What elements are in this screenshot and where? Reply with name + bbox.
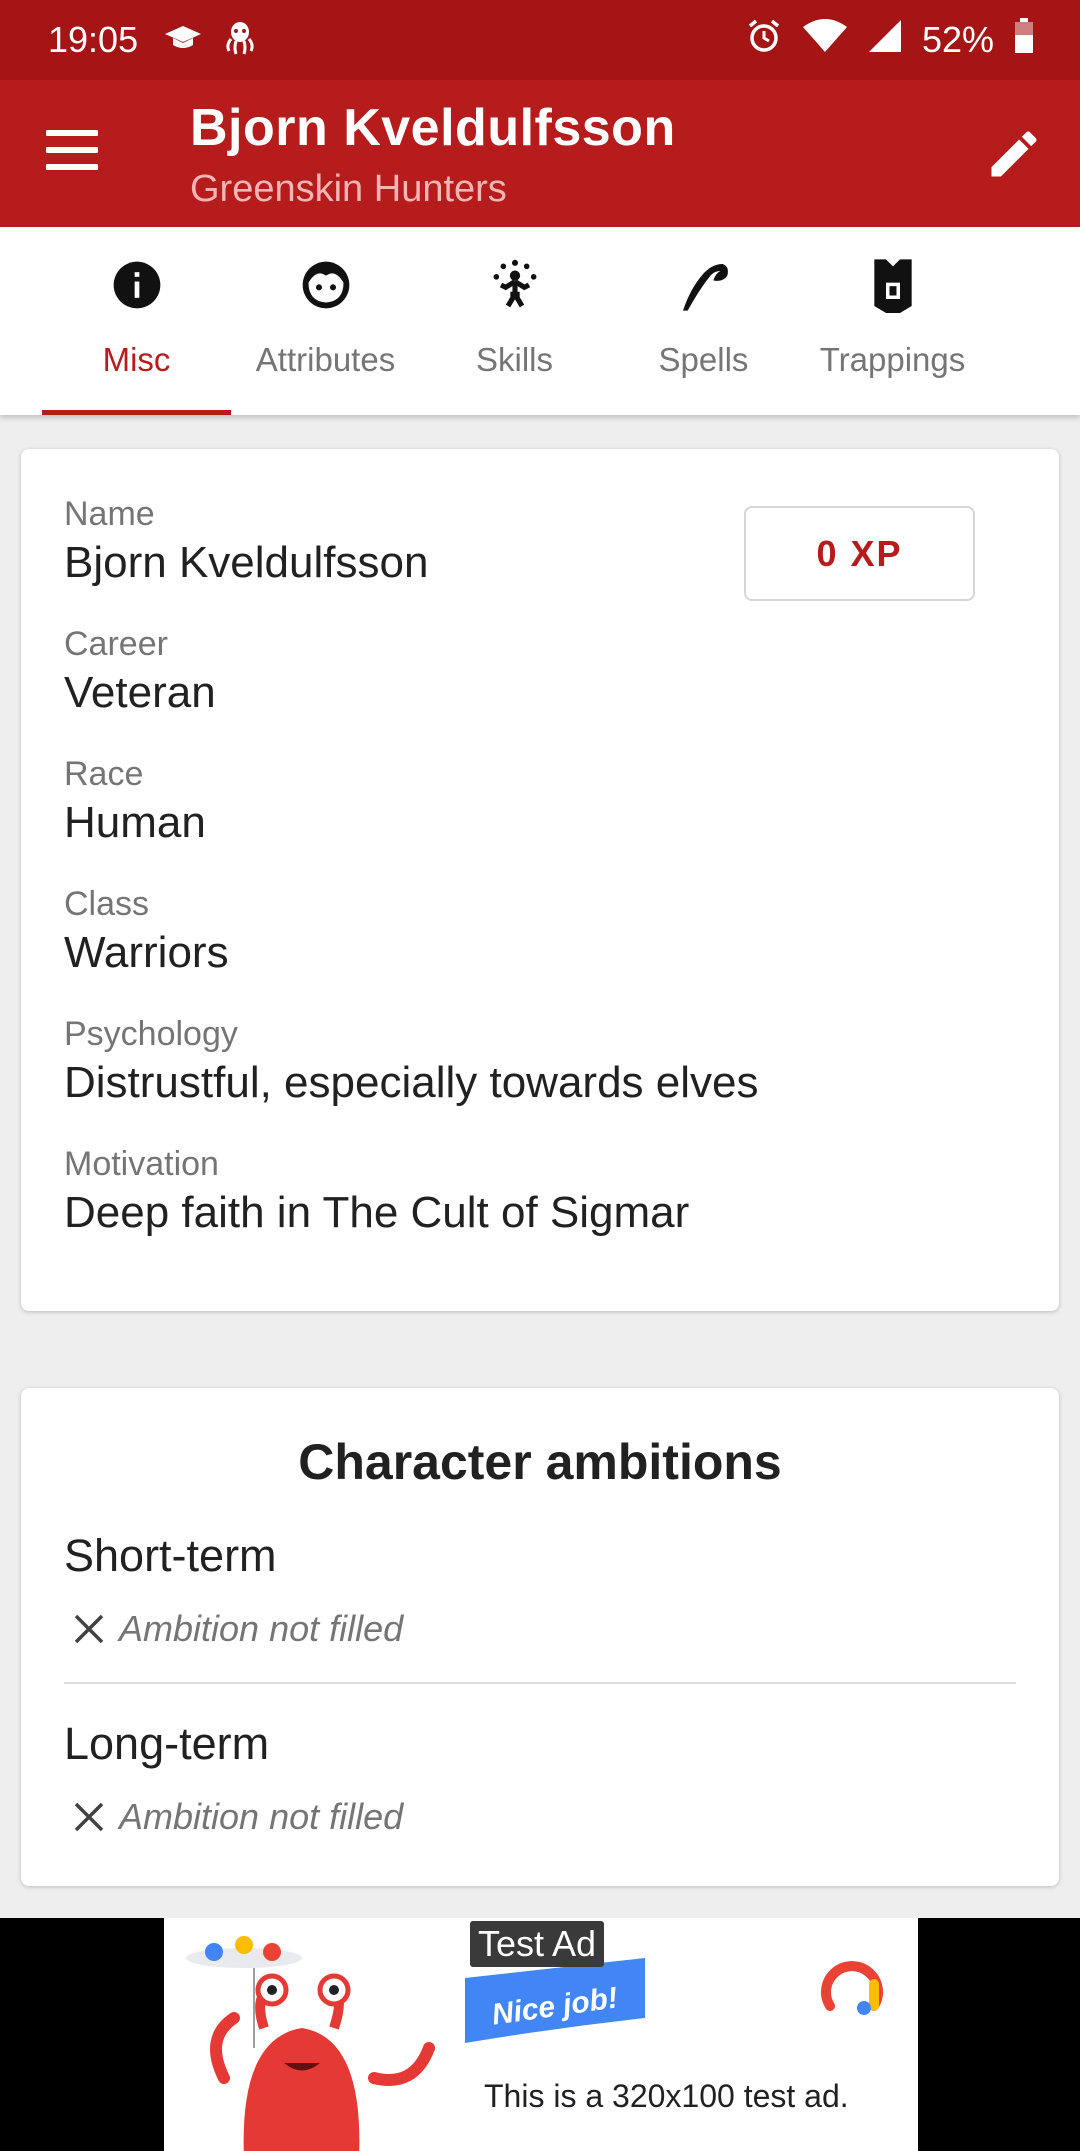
field-career: Career Veteran: [64, 625, 216, 718]
tab-misc[interactable]: Misc: [42, 227, 231, 415]
juggler-icon: [485, 255, 545, 315]
field-label: Name: [64, 495, 155, 533]
field-value: Distrustful, especially towards elves: [64, 1058, 759, 1107]
tab-attributes[interactable]: Attributes: [231, 227, 420, 415]
long-term-status: Ambition not filled: [71, 1796, 403, 1838]
field-value: Human: [64, 798, 206, 847]
ambitions-card: Character ambitions Short-term Ambition …: [21, 1388, 1059, 1886]
long-term-label: Long-term: [64, 1718, 270, 1769]
ads-logo-icon: [820, 1954, 884, 2023]
field-name: Name Bjorn Kveldulfsson: [64, 495, 428, 588]
party-subtitle: Greenskin Hunters: [190, 168, 507, 210]
ad-container: Nice job! Test Ad This is a 320x100 test…: [0, 1918, 1080, 2151]
battery-label: 52%: [921, 19, 994, 60]
test-ad-badge: Test Ad: [470, 1921, 605, 1967]
field-value: Bjorn Kveldulfsson: [64, 538, 429, 587]
info-icon: [107, 255, 167, 315]
graduation-cap-icon: [164, 24, 202, 57]
long-term-status-text: Ambition not filled: [119, 1796, 404, 1837]
field-motivation: Motivation Deep faith in The Cult of Sig…: [64, 1145, 689, 1238]
tab-label: Skills: [475, 341, 553, 378]
misc-card: 0 XP Name Bjorn Kveldulfsson Career Vete…: [21, 449, 1059, 1311]
tab-label: Attributes: [255, 341, 396, 378]
short-term-status: Ambition not filled: [71, 1608, 403, 1650]
tab-label: Spells: [658, 341, 749, 378]
tab-skills[interactable]: Skills: [420, 227, 609, 415]
monster-illustration: [184, 1928, 474, 2151]
field-label: Race: [64, 755, 144, 793]
quill-icon: [674, 255, 734, 315]
close-icon: [71, 1611, 107, 1647]
field-value: Warriors: [64, 928, 229, 977]
wifi-icon: [802, 18, 848, 62]
short-term-label: Short-term: [64, 1530, 277, 1581]
ambitions-title: Character ambitions: [298, 1434, 782, 1490]
test-ad[interactable]: Nice job! Test Ad This is a 320x100 test…: [164, 1918, 918, 2151]
tab-bar: Misc Attributes Skills Spells Trappings: [0, 227, 1080, 415]
field-class: Class Warriors: [64, 885, 229, 978]
short-term-status-text: Ambition not filled: [119, 1608, 404, 1649]
ad-text: This is a 320x100 test ad.: [484, 2078, 849, 2114]
nice-job-banner: Nice job!: [460, 1958, 650, 2053]
field-race: Race Human: [64, 755, 206, 848]
field-label: Motivation: [64, 1145, 219, 1183]
divider: [64, 1682, 1016, 1684]
tab-label: Trappings: [819, 341, 966, 378]
field-psychology: Psychology Distrustful, especially towar…: [64, 1015, 758, 1108]
edit-icon[interactable]: [984, 124, 1044, 184]
alarm-icon: [746, 18, 782, 63]
field-label: Class: [64, 885, 150, 923]
xp-button[interactable]: 0 XP: [744, 506, 975, 601]
status-time: 19:05: [48, 19, 139, 60]
tab-label: Misc: [102, 341, 171, 378]
close-icon: [71, 1799, 107, 1835]
character-title: Bjorn Kveldulfsson: [190, 99, 676, 157]
signal-icon: [868, 19, 902, 62]
field-value: Deep faith in The Cult of Sigmar: [64, 1188, 690, 1237]
status-bar: 19:05 52%: [0, 0, 1080, 80]
tab-spells[interactable]: Spells: [609, 227, 798, 415]
armor-icon: [863, 255, 923, 315]
battery-icon: [1014, 17, 1034, 63]
field-label: Psychology: [64, 1015, 238, 1053]
tab-trappings[interactable]: Trappings: [798, 227, 987, 415]
field-label: Career: [64, 625, 168, 663]
field-value: Veteran: [64, 668, 216, 717]
face-icon: [296, 255, 356, 315]
octopus-icon: [224, 21, 256, 60]
menu-icon[interactable]: [46, 130, 98, 174]
app-bar: Bjorn Kveldulfsson Greenskin Hunters: [0, 80, 1080, 227]
